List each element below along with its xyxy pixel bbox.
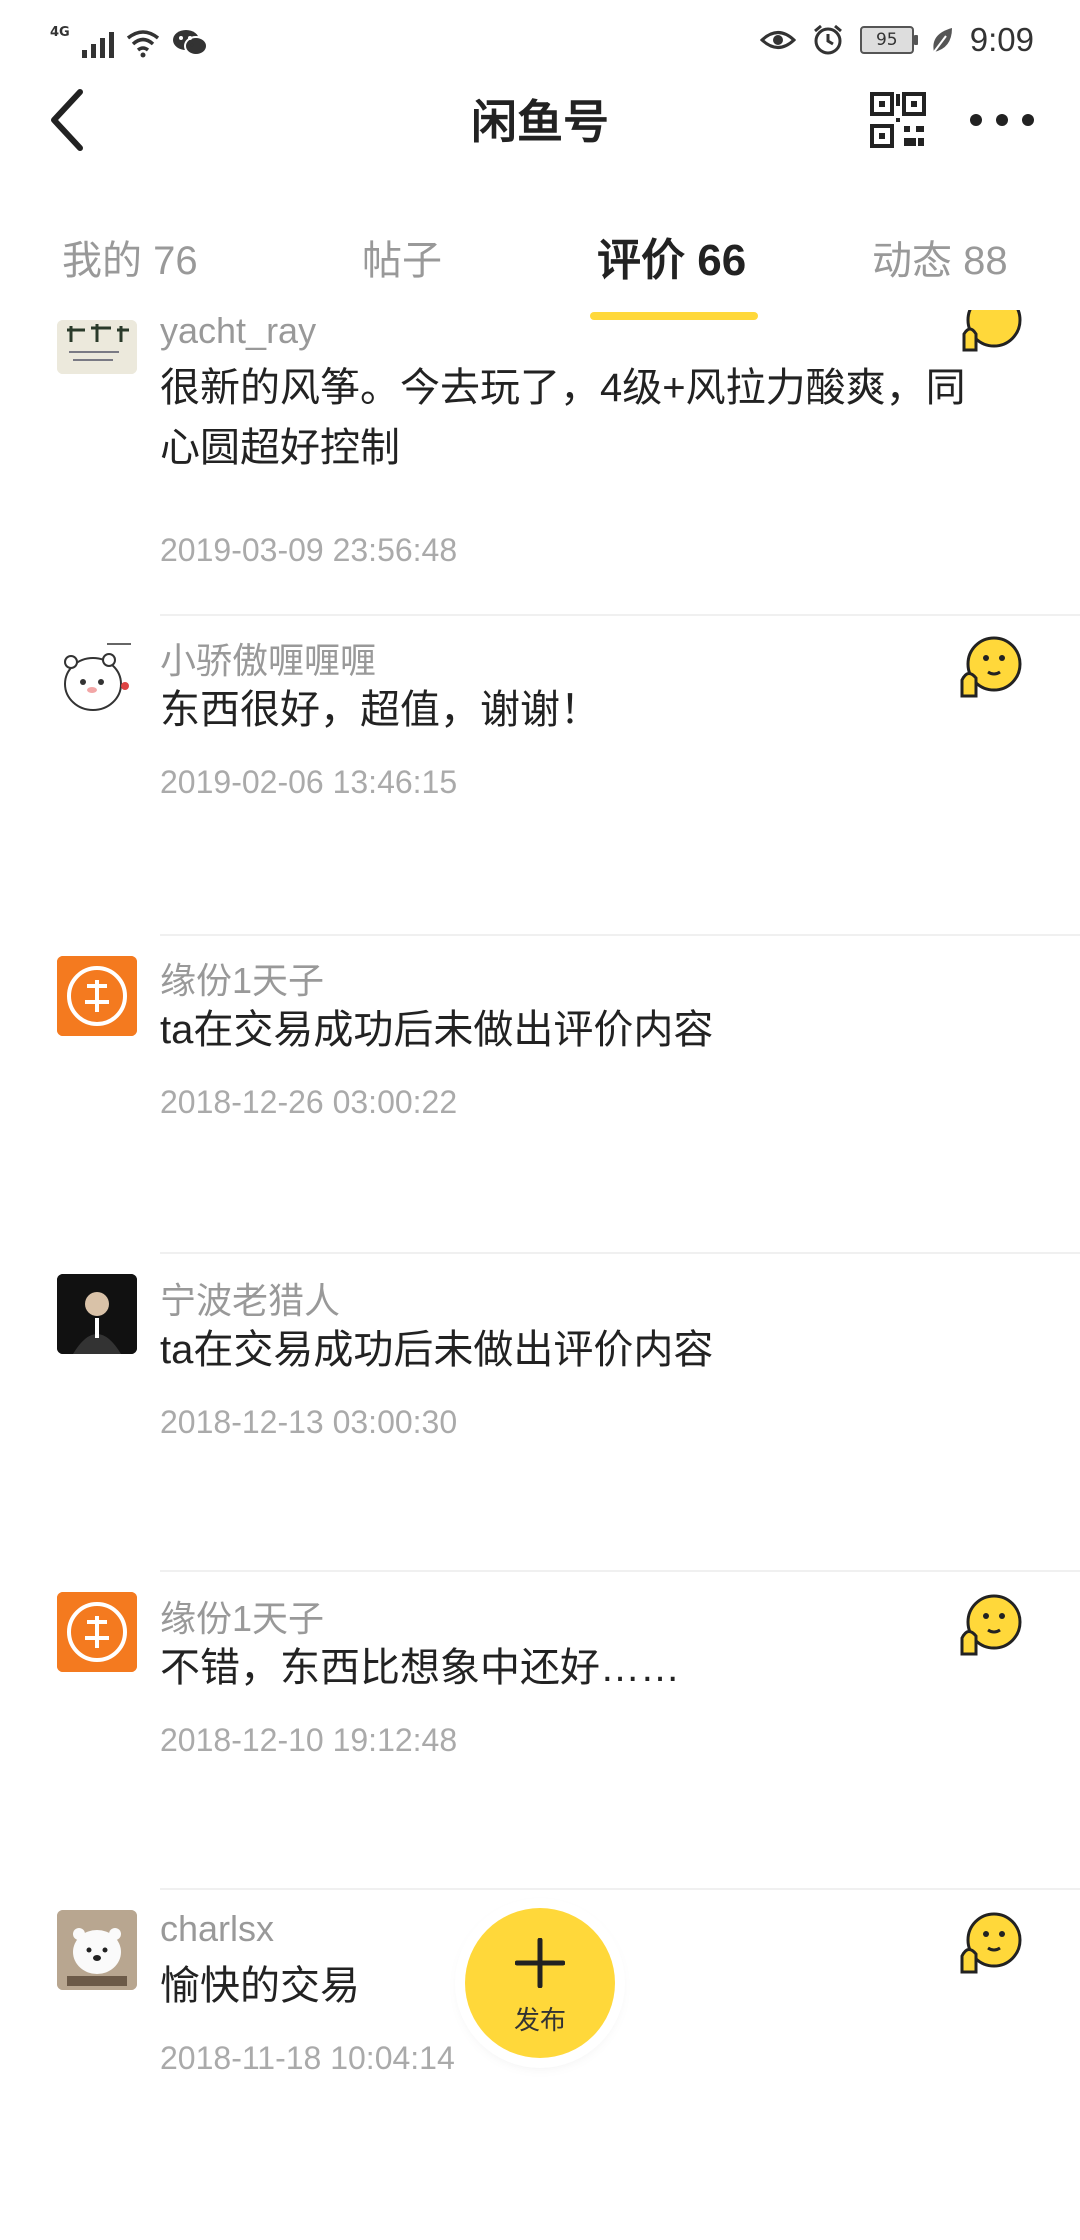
title-bar: 闲鱼号 (0, 80, 1080, 240)
review-item[interactable]: 宁波老猎人 ta在交易成功后未做出评价内容 2018-12-13 03:00:3… (0, 1274, 1080, 1592)
review-username: 小骄傲喱喱喱 (160, 640, 377, 681)
review-username: 缘份1天子 (160, 1598, 325, 1639)
review-item[interactable]: 缘份1天子 不错，东西比想象中还好…… 2018-12-10 19:12:48 (0, 1592, 1080, 1910)
qr-code-icon (870, 92, 926, 148)
divider (160, 1252, 1080, 1254)
avatar-coin-icon (57, 956, 137, 1036)
active-tab-indicator (590, 312, 758, 320)
review-content: 东西很好，超值，谢谢！ (160, 688, 600, 732)
review-content: 不错，东西比想象中还好…… (160, 1646, 680, 1690)
avatar (57, 320, 137, 374)
avatar-person-icon (57, 1274, 137, 1354)
tab-mine[interactable]: 我的 76 (62, 228, 198, 286)
publish-button[interactable]: 发布 (465, 1908, 615, 2058)
review-date: 2019-02-06 13:46:15 (160, 764, 458, 800)
review-content: ta在交易成功后未做出评价内容 (160, 1328, 714, 1372)
plus-icon (515, 1938, 565, 1988)
tab-bar: 我的 76 帖子 评价 66 动态 88 (0, 222, 1080, 322)
divider (160, 934, 1080, 936)
review-username: 宁波老猎人 (160, 1280, 341, 1321)
review-content: ta在交易成功后未做出评价内容 (160, 1008, 714, 1052)
wifi-icon (126, 30, 159, 58)
review-item[interactable]: yacht_ray 很新的风筝。今去玩了，4级+风拉力酸爽，同心圆超好控制 20… (0, 310, 1080, 638)
status-bar: 4G 95 9:09 (0, 0, 1080, 80)
review-date: 2018-12-10 19:12:48 (160, 1722, 458, 1758)
status-right: 95 9:09 (759, 18, 1034, 62)
thumbs-up-face-icon (960, 1594, 1022, 1656)
review-date: 2018-11-18 10:04:14 (160, 2040, 455, 2076)
tab-posts[interactable]: 帖子 (362, 228, 442, 286)
avatar (57, 956, 137, 1036)
avatar (57, 638, 137, 718)
avatar-coin-icon (57, 1592, 137, 1672)
review-username: charlsx (160, 1908, 275, 1949)
review-username: yacht_ray (160, 310, 317, 351)
battery-icon: 95 (859, 26, 918, 54)
divider (160, 1570, 1080, 1572)
network-type: 4G (50, 25, 70, 40)
eye-icon (759, 31, 796, 49)
avatar-bear-icon (57, 638, 137, 718)
divider (160, 1888, 1080, 1890)
alarm-icon (813, 24, 842, 55)
review-date: 2019-03-09 23:56:48 (160, 532, 458, 568)
status-left: 4G (50, 18, 208, 58)
more-dot-icon (970, 114, 982, 126)
tab-reviews[interactable]: 评价 66 (597, 224, 746, 288)
avatar (57, 1910, 137, 1990)
divider (160, 614, 1080, 616)
more-dot-icon (996, 114, 1008, 126)
more-dot-icon (1022, 114, 1034, 126)
leaf-icon (932, 28, 952, 53)
avatar (57, 1274, 137, 1354)
review-item[interactable]: 小骄傲喱喱喱 东西很好，超值，谢谢！ 2019-02-06 13:46:15 (0, 636, 1080, 956)
review-date: 2018-12-26 03:00:22 (160, 1084, 458, 1120)
wechat-icon (172, 30, 208, 56)
clock: 9:09 (969, 21, 1034, 58)
qr-code-button[interactable] (870, 92, 926, 148)
review-date: 2018-12-13 03:00:30 (160, 1404, 458, 1440)
review-item[interactable]: 缘份1天子 ta在交易成功后未做出评价内容 2018-12-26 03:00:2… (0, 956, 1080, 1274)
thumbs-up-face-icon (960, 1912, 1022, 1974)
signal-icon (81, 28, 114, 58)
more-options-button[interactable] (970, 110, 1034, 130)
publish-label: 发布 (513, 2006, 566, 2036)
thumbs-up-face-icon (962, 310, 1022, 352)
tab-activity[interactable]: 动态 88 (872, 228, 1008, 286)
avatar-polar-bear-icon (57, 1910, 137, 1990)
thumbs-up-face-icon (960, 636, 1022, 698)
review-username: 缘份1天子 (160, 960, 325, 1001)
avatar-calligraphy-icon (57, 320, 137, 374)
avatar (57, 1592, 137, 1672)
review-content: 很新的风筝。今去玩了，4级+风拉力酸爽，同心圆超好控制 (160, 366, 966, 470)
